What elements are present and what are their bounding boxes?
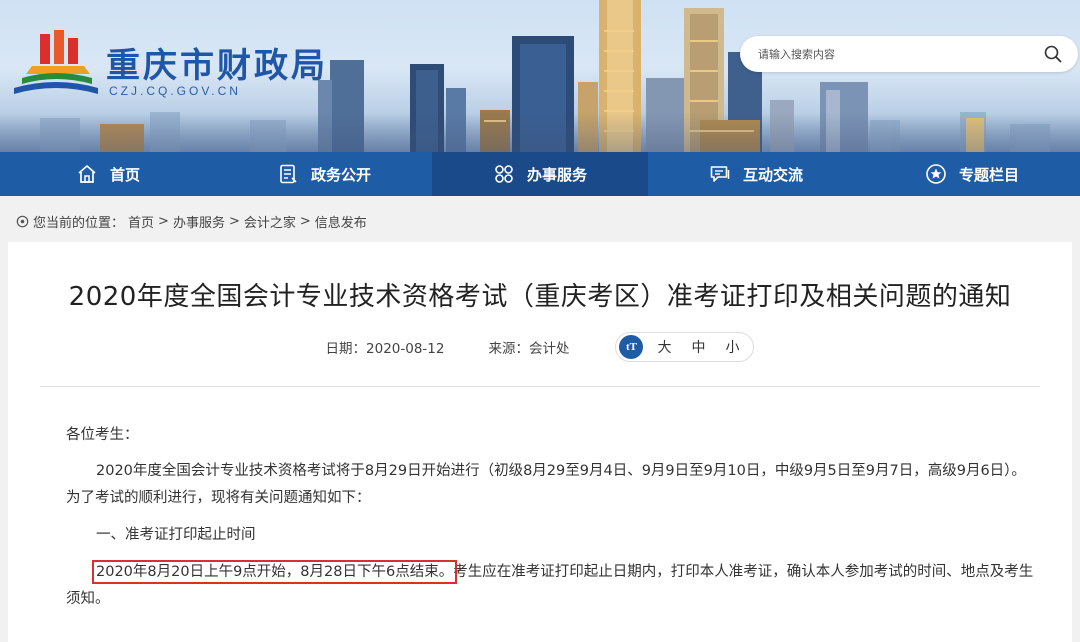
- divider: [40, 386, 1040, 387]
- article-title: 2020年度全国会计专业技术资格考试（重庆考区）准考证打印及相关问题的通知: [68, 282, 1012, 312]
- paragraph-1-line-1: 2020年度全国会计专业技术资格考试将于8月29日开始进行（初级8月29至9月4…: [96, 463, 1026, 479]
- nav-label: 政务公开: [310, 165, 371, 184]
- search-icon[interactable]: [1044, 45, 1062, 63]
- greeting: 各位考生：: [66, 427, 139, 443]
- article-date: 日期：2020-08-12: [325, 341, 445, 357]
- breadcrumb-home[interactable]: 首页: [128, 212, 154, 231]
- nav-item-services[interactable]: 办事服务: [432, 152, 648, 196]
- chat-icon: [710, 166, 730, 182]
- font-size-switcher: tT 大 中 小: [615, 332, 755, 362]
- nav-item-government-affairs[interactable]: 政务公开: [216, 152, 432, 196]
- font-size-icon: tT: [619, 335, 644, 359]
- nav-item-interaction[interactable]: 互动交流: [648, 152, 864, 196]
- paragraph-1-line-2: 为了考试的顺利进行，现将有关问题通知如下：: [66, 490, 371, 506]
- breadcrumb-separator: >: [228, 214, 240, 229]
- search-input[interactable]: [758, 44, 1028, 64]
- section-heading-1: 一、准考证打印起止时间: [96, 527, 256, 543]
- font-size-medium-button[interactable]: 中: [691, 337, 705, 357]
- breadcrumb-services[interactable]: 办事服务: [173, 212, 225, 231]
- grid-icon: [495, 165, 513, 183]
- font-size-large-button[interactable]: 大: [657, 337, 671, 357]
- site-title[interactable]: 重庆市财政局: [106, 38, 328, 87]
- nav-item-home[interactable]: 首页: [0, 152, 216, 196]
- paragraph-2-line-2: 须知。: [66, 591, 110, 607]
- nav-label: 办事服务: [526, 165, 587, 184]
- article-card: 2020年度全国会计专业技术资格考试（重庆考区）准考证打印及相关问题的通知 日期…: [8, 242, 1072, 642]
- nav-label: 互动交流: [742, 165, 803, 184]
- breadcrumb-info-release[interactable]: 信息发布: [315, 212, 367, 231]
- main-nav: 首页 政务公开 办事服务 互动交流 专题栏目: [0, 152, 1080, 196]
- search-box[interactable]: [740, 36, 1078, 72]
- highlighted-print-period: 2020年8月20日上午9点开始，8月28日下午6点结束。: [91, 560, 458, 584]
- breadcrumb: 您当前的位置： 首页 > 办事服务 > 会计之家 > 信息发布: [16, 212, 367, 231]
- paragraph-2-rest: 考生应在准考证打印起止日期内，打印本人准考证，确认本人参加考试的时间、地点及考生: [453, 564, 1034, 580]
- star-icon: [926, 164, 946, 184]
- article-meta: 日期：2020-08-12 来源：会计处 tT 大 中 小: [8, 332, 1072, 362]
- banner-haze: [0, 112, 1080, 152]
- nav-label: 首页: [109, 165, 140, 184]
- location-pin-icon: [16, 215, 29, 228]
- nav-item-special-topics[interactable]: 专题栏目: [864, 152, 1080, 196]
- breadcrumb-separator: >: [299, 214, 311, 229]
- breadcrumb-separator: >: [158, 214, 169, 229]
- document-icon: [280, 164, 297, 184]
- logo-icon[interactable]: [10, 28, 102, 98]
- breadcrumb-prefix: 您当前的位置：: [33, 216, 125, 231]
- breadcrumb-accounting[interactable]: 会计之家: [244, 212, 296, 231]
- article-source: 来源：会计处: [488, 341, 570, 357]
- home-icon: [78, 165, 96, 183]
- nav-label: 专题栏目: [958, 165, 1019, 184]
- site-url: CZJ.CQ.GOV.CN: [109, 84, 241, 98]
- font-size-small-button[interactable]: 小: [725, 337, 739, 357]
- header-banner: 重庆市财政局 CZJ.CQ.GOV.CN: [0, 0, 1080, 152]
- paragraph-2-line-1: 2020年8月20日上午9点开始，8月28日下午6点结束。考生应在准考证打印起止…: [91, 559, 1034, 586]
